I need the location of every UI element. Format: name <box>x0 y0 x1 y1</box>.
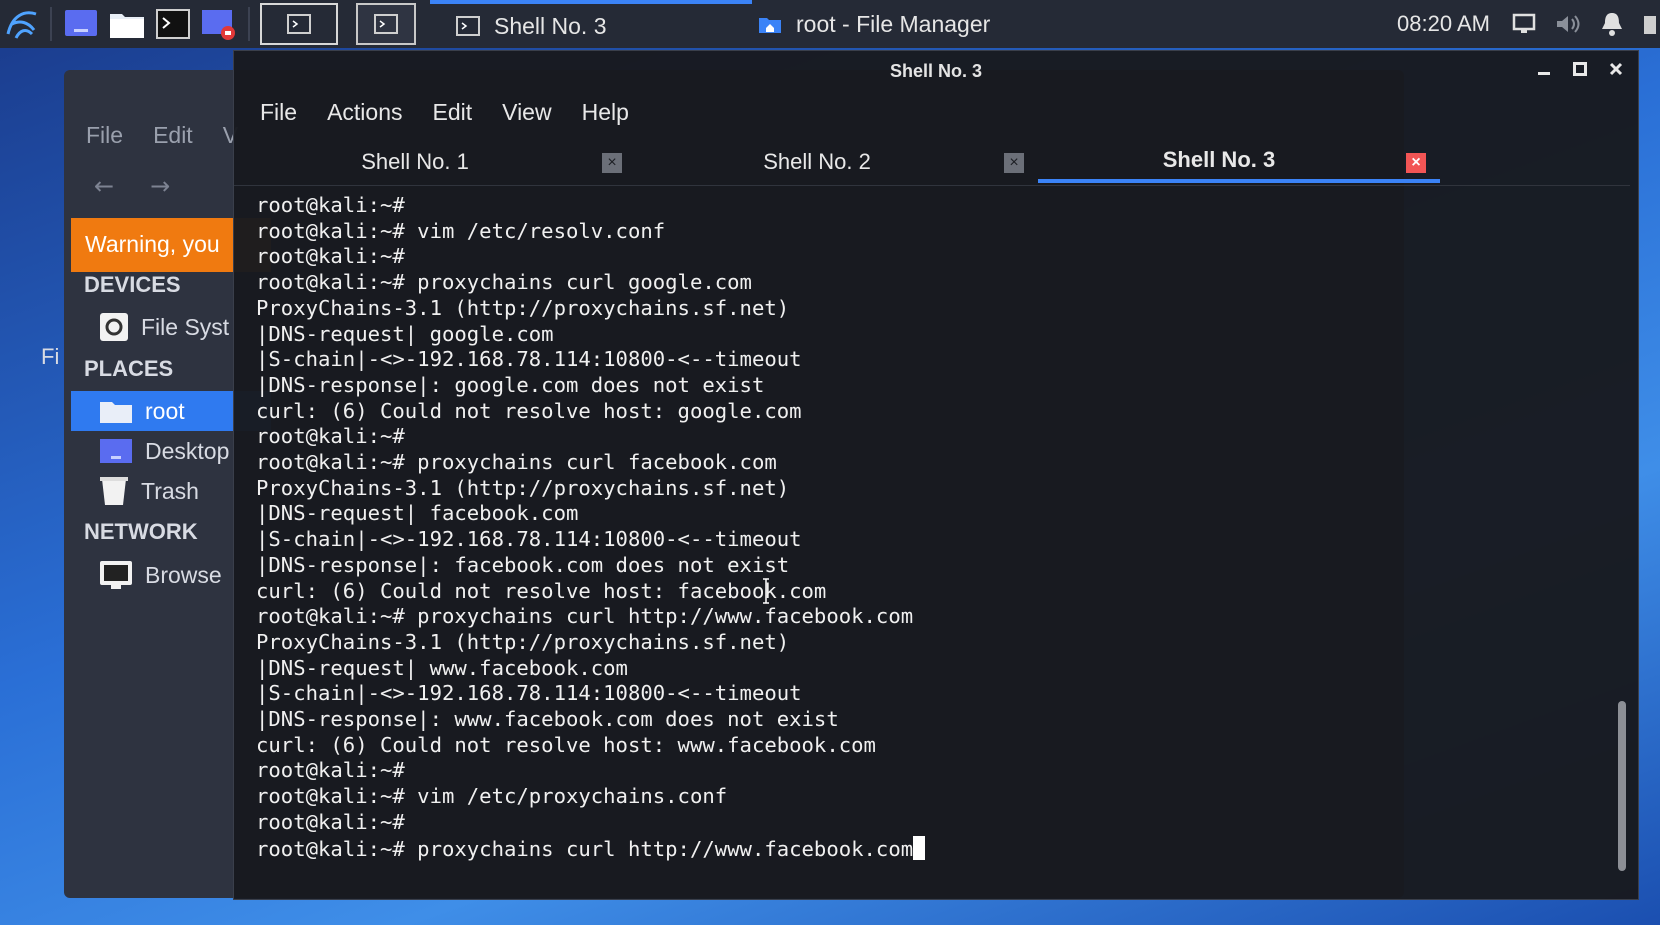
close-icon[interactable] <box>1608 59 1624 79</box>
terminal-line: curl: (6) Could not resolve host: google… <box>256 398 802 423</box>
terminal-line: ProxyChains-3.1 (http://proxychains.sf.n… <box>256 295 790 320</box>
terminal-line: |DNS-request| www.facebook.com <box>256 655 628 680</box>
tab-label: Shell No. 3 <box>1162 147 1276 172</box>
terminal-line: root@kali:~# <box>256 193 405 217</box>
text-cursor-icon <box>762 578 769 604</box>
terminal-line: ProxyChains-3.1 (http://proxychains.sf.n… <box>256 629 790 654</box>
trash-icon <box>100 477 128 505</box>
maximize-icon[interactable] <box>1572 59 1588 79</box>
system-tray: 08:20 AM <box>1397 0 1660 48</box>
menu-help[interactable]: Help <box>582 99 629 126</box>
minimize-icon[interactable] <box>1536 59 1552 79</box>
terminal-line: ProxyChains-3.1 (http://proxychains.sf.n… <box>256 475 790 500</box>
file-manager-icon[interactable] <box>107 4 147 44</box>
volume-icon[interactable] <box>1554 12 1582 36</box>
network-icon <box>100 561 132 589</box>
tab-close-icon[interactable]: × <box>602 153 622 173</box>
terminal-line: |DNS-response|: google.com does not exis… <box>256 372 765 397</box>
sidebar-item-label: root <box>145 397 185 424</box>
tab-close-icon[interactable]: × <box>1406 153 1426 173</box>
tab-shell-1[interactable]: Shell No. 1 × <box>234 141 636 183</box>
folder-home-icon <box>100 402 132 423</box>
terminal-line: root@kali:~# vim /etc/proxychains.conf <box>256 784 728 809</box>
user-menu-icon[interactable] <box>1642 12 1656 36</box>
display-icon[interactable] <box>1512 13 1536 35</box>
menu-file[interactable]: File <box>260 99 297 126</box>
workspace-1-button[interactable] <box>260 3 338 45</box>
terminal-line: root@kali:~# proxychains curl http://www… <box>256 604 914 629</box>
terminal-line: root@kali:~# <box>256 424 405 449</box>
menu-edit[interactable]: Edit <box>433 99 473 126</box>
section-network: NETWORK <box>84 519 198 544</box>
taskbar-separator <box>50 7 52 41</box>
sidebar-item-label: File Syst <box>141 313 230 340</box>
menu-file[interactable]: File <box>86 122 123 149</box>
terminal-line: |S-chain|-<>-192.168.78.114:10800-<--tim… <box>256 527 802 552</box>
sidebar-item-label: Trash <box>141 477 199 504</box>
kali-menu-icon[interactable] <box>0 2 44 46</box>
taskbar-task-file-manager[interactable]: root - File Manager <box>752 0 1000 48</box>
terminal-icon <box>456 16 480 36</box>
terminal-line: |S-chain|-<>-192.168.78.114:10800-<--tim… <box>256 681 802 706</box>
taskbar-task-label: Shell No. 3 <box>494 12 607 39</box>
terminal-line: root@kali:~# <box>256 758 405 783</box>
sidebar-item-label: Browse <box>145 561 222 588</box>
desktop-folder-icon <box>100 439 132 463</box>
terminal-window: Shell No. 3 File Actions Edit View Help … <box>233 50 1639 900</box>
taskbar: Shell No. 3 root - File Manager 08:20 AM <box>0 0 1660 48</box>
section-places: PLACES <box>84 356 174 381</box>
terminal-line: root@kali:~# <box>256 244 405 269</box>
terminal-line: root@kali:~# proxychains curl facebook.c… <box>256 450 777 475</box>
drive-icon <box>100 313 128 341</box>
menu-view[interactable]: View <box>502 99 551 126</box>
menu-edit[interactable]: Edit <box>153 122 193 149</box>
terminal-line: curl: (6) Could not resolve host: www.fa… <box>256 732 876 757</box>
window-controls <box>1536 59 1624 79</box>
window-title: Shell No. 3 <box>889 61 983 81</box>
file-manager-menubar: File Edit V <box>86 122 238 149</box>
tab-label: Shell No. 2 <box>763 149 871 174</box>
taskbar-separator <box>248 7 250 41</box>
terminal-output[interactable]: root@kali:~# root@kali:~# vim /etc/resolv… <box>256 193 1596 883</box>
back-arrow-icon[interactable]: ← <box>94 172 114 200</box>
tab-close-icon[interactable]: × <box>1004 153 1024 173</box>
workspace-2-button[interactable] <box>356 3 416 45</box>
taskbar-task-label: root - File Manager <box>796 10 991 37</box>
terminal-line: root@kali:~# proxychains curl http://www… <box>256 835 1596 863</box>
terminal-cursor <box>913 835 926 860</box>
forward-arrow-icon[interactable]: → <box>150 172 170 200</box>
tab-divider <box>234 185 1630 186</box>
tab-label: Shell No. 1 <box>361 149 469 174</box>
desktop-label-fragment: Fi <box>41 344 60 369</box>
sidebar-item-label: Desktop <box>145 437 230 464</box>
folder-home-icon <box>759 18 781 33</box>
terminal-menubar: File Actions Edit View Help <box>260 99 629 126</box>
menu-actions[interactable]: Actions <box>327 99 402 126</box>
terminal-icon[interactable] <box>153 4 193 44</box>
section-devices: DEVICES <box>84 272 181 297</box>
terminal-line: |DNS-response|: www.facebook.com does no… <box>256 707 839 732</box>
terminal-line: root@kali:~# proxychains curl google.com <box>256 270 752 295</box>
terminal-scrollbar[interactable] <box>1618 701 1626 871</box>
terminal-line: |DNS-response|: facebook.com does not ex… <box>256 552 790 577</box>
terminal-line: |DNS-request| google.com <box>256 321 554 346</box>
screen-recorder-icon[interactable] <box>199 4 239 44</box>
terminal-titlebar[interactable]: Shell No. 3 <box>234 51 1638 93</box>
terminal-line: root@kali:~# <box>256 809 405 834</box>
taskbar-task-shell[interactable]: Shell No. 3 <box>430 0 752 48</box>
tab-shell-3[interactable]: Shell No. 3 × <box>1038 141 1440 183</box>
terminal-line: root@kali:~# vim /etc/resolv.conf <box>256 218 666 243</box>
notification-bell-icon[interactable] <box>1600 11 1624 37</box>
tab-shell-2[interactable]: Shell No. 2 × <box>636 141 1038 183</box>
terminal-line: |DNS-request| facebook.com <box>256 501 579 526</box>
file-manager-nav: ← → <box>94 172 170 200</box>
clock[interactable]: 08:20 AM <box>1397 11 1490 37</box>
terminal-tabbar: Shell No. 1 × Shell No. 2 × Shell No. 3 … <box>234 141 1630 183</box>
terminal-line: curl: (6) Could not resolve host: facebo… <box>256 578 827 603</box>
workspace-icon[interactable] <box>61 4 101 44</box>
terminal-line: |S-chain|-<>-192.168.78.114:10800-<--tim… <box>256 347 802 372</box>
